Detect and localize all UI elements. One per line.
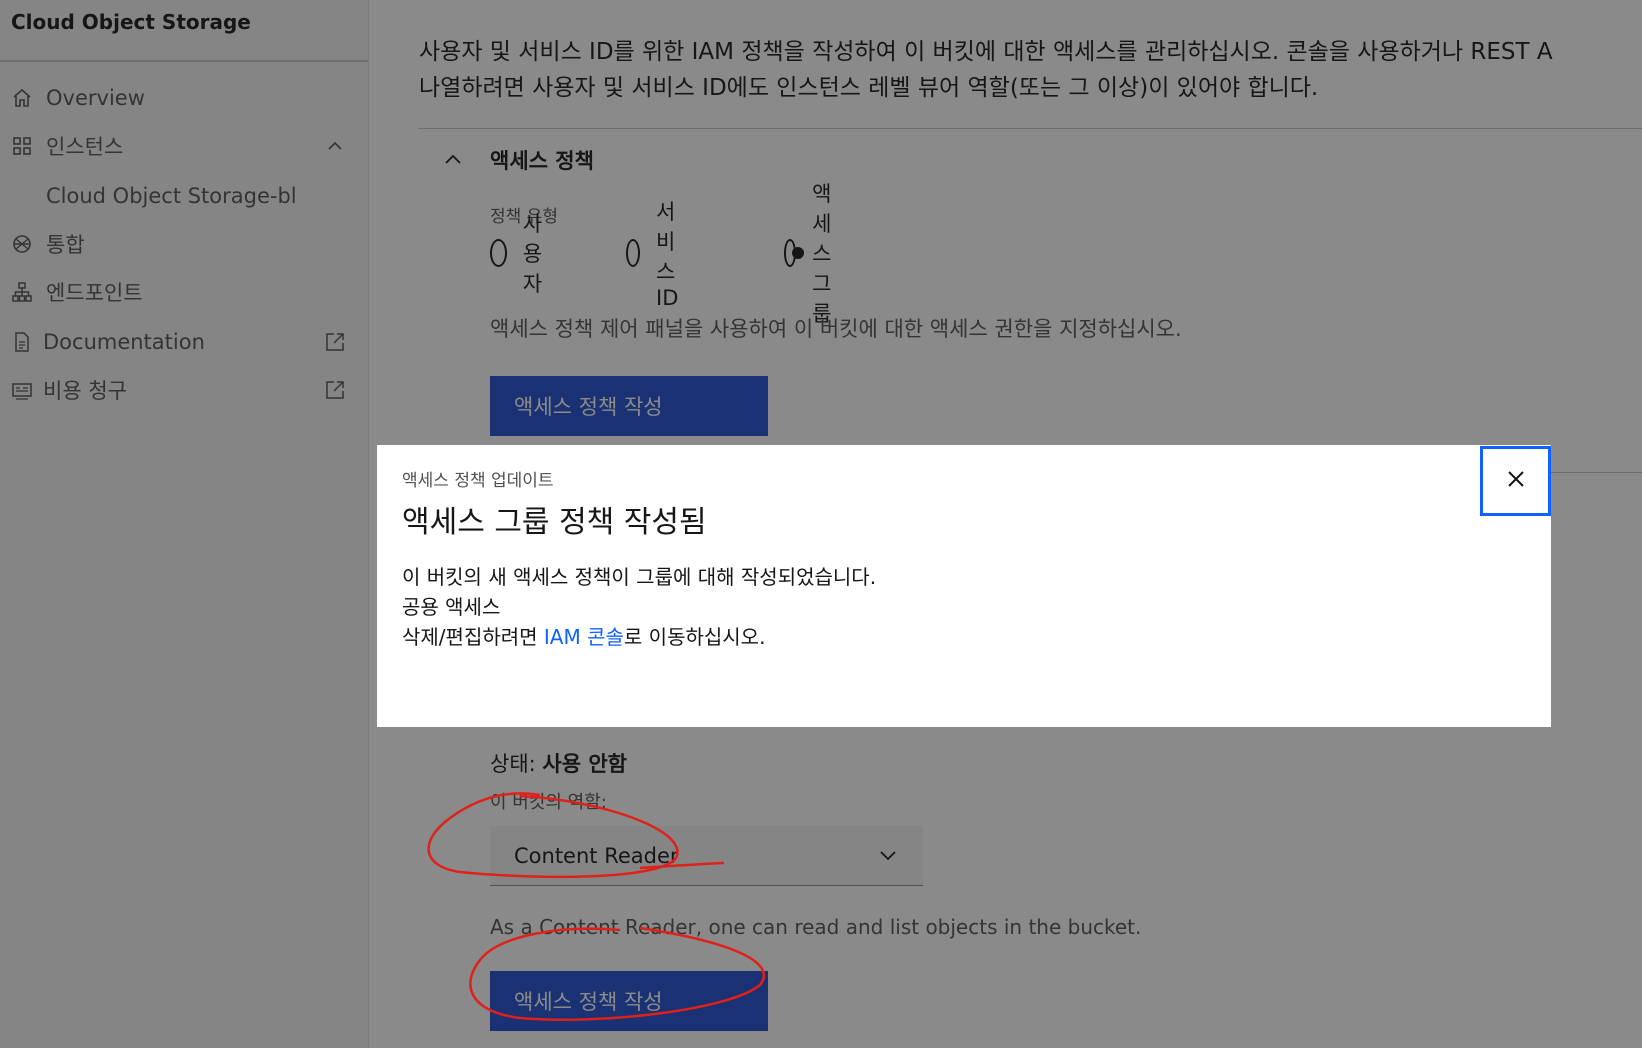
- modal-title: 액세스 그룹 정책 작성됨: [402, 505, 707, 540]
- modal-close-button[interactable]: [1480, 446, 1551, 516]
- modal-body: 이 버킷의 새 액세스 정책이 그룹에 대해 작성되었습니다. 공용 액세스 삭…: [402, 562, 876, 652]
- modal-body-prefix: 삭제/편집하려면: [402, 625, 544, 649]
- modal-body-line-2: 공용 액세스: [402, 595, 501, 619]
- modal-body-suffix: 로 이동하십시오.: [623, 625, 766, 649]
- modal-body-line-1: 이 버킷의 새 액세스 정책이 그룹에 대해 작성되었습니다.: [402, 565, 877, 589]
- modal-body-line-3: 삭제/편집하려면 IAM 콘솔로 이동하십시오.: [402, 622, 876, 652]
- close-icon: [1506, 469, 1526, 493]
- notification-modal: 액세스 정책 업데이트 액세스 그룹 정책 작성됨 이 버킷의 새 액세스 정책…: [377, 445, 1551, 727]
- modal-label: 액세스 정책 업데이트: [402, 471, 554, 491]
- iam-console-link[interactable]: IAM 콘솔: [544, 625, 624, 649]
